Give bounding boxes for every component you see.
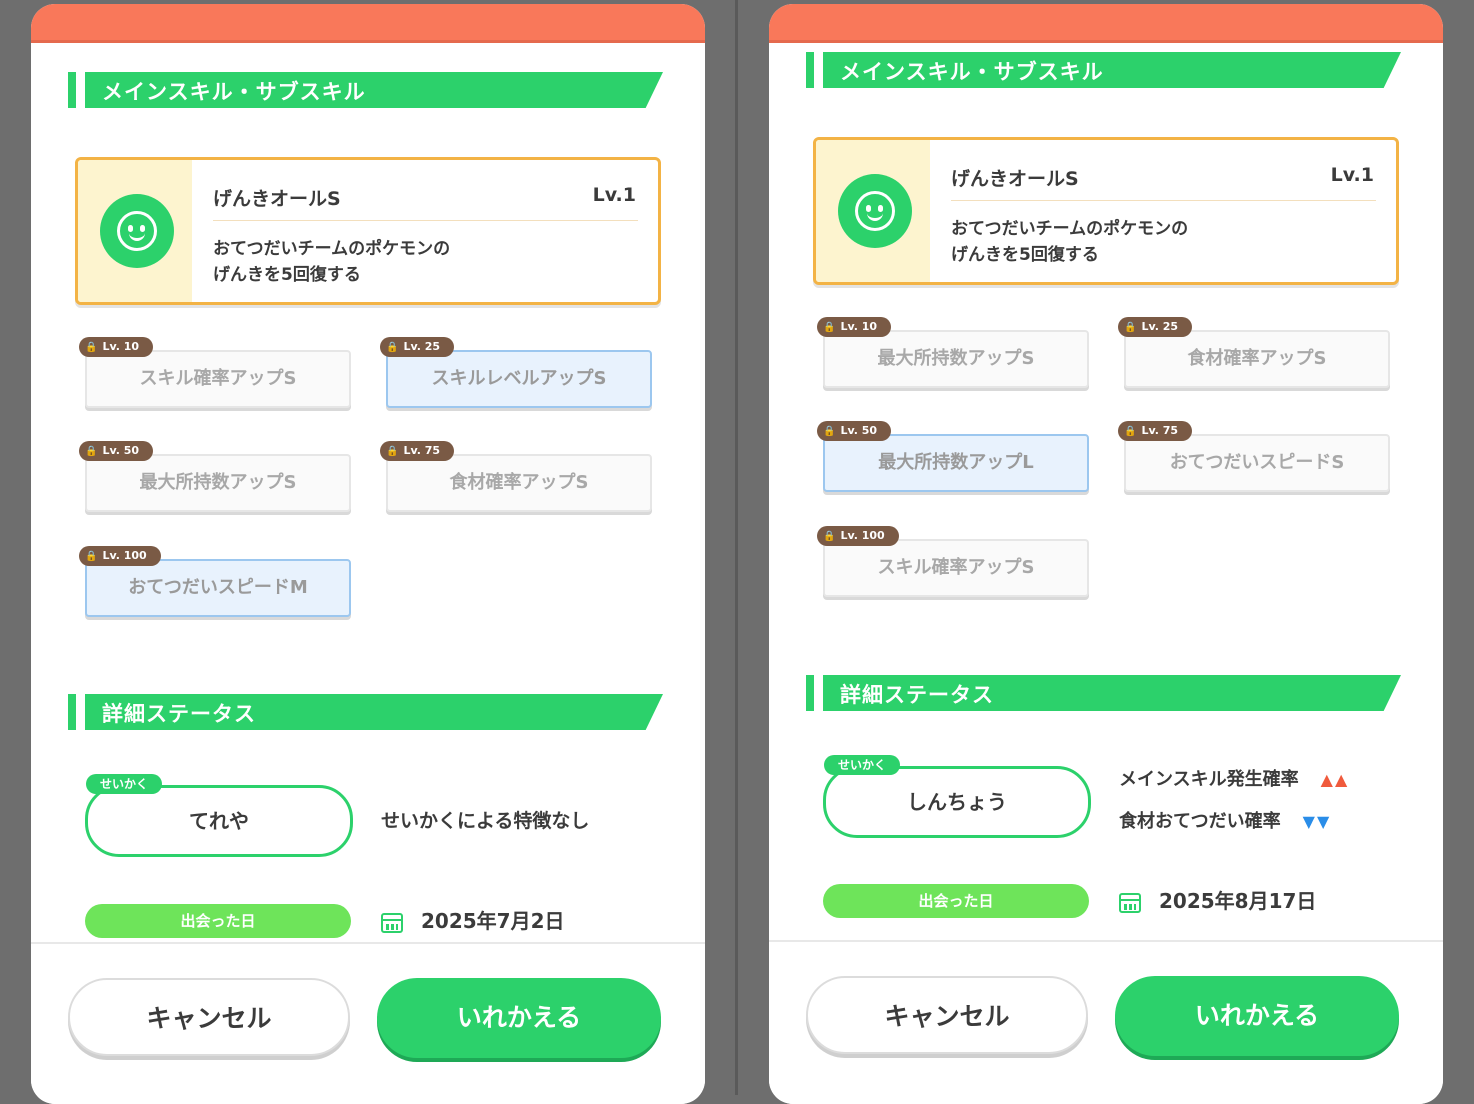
met-date-label: 出会った日 xyxy=(85,904,351,938)
main-skill-name: げんきオールS xyxy=(213,188,341,210)
level-tag: 🔒 Lv. 25 xyxy=(1118,317,1193,337)
main-skill-description: おてつだいチームのポケモンの げんきを5回復する xyxy=(213,239,451,285)
swap-button[interactable]: いれかえる xyxy=(377,978,661,1058)
met-date: 2025年7月2日 xyxy=(381,904,565,938)
main-skill-name: げんきオールS xyxy=(951,168,1079,190)
subskill-lv10[interactable]: 🔒 Lv. 10 スキル確率アップS xyxy=(79,337,351,408)
main-skill-level: Lv.1 xyxy=(592,184,636,206)
nature-box: せいかく しんちょう xyxy=(823,755,1091,838)
section-title: メインスキル・サブスキル xyxy=(840,60,1104,84)
footer: キャンセル いれかえる xyxy=(31,942,705,1104)
nature-box: せいかく てれや xyxy=(85,774,353,857)
subskill-label: 食材確率アップS xyxy=(386,454,652,512)
level-tag: 🔒 Lv. 10 xyxy=(79,337,154,357)
level-tag: 🔒 Lv. 25 xyxy=(380,337,455,357)
subskill-label: おてつだいスピードM xyxy=(85,559,351,617)
section-title: 詳細ステータス xyxy=(840,683,994,707)
lock-icon: 🔒 xyxy=(85,342,98,353)
level-tag: 🔒 Lv. 50 xyxy=(817,421,892,441)
pokemon-detail-panel-right: メインスキル・サブスキル げんきオールS Lv.1 おてつだいチームのポケモンの… xyxy=(769,4,1443,1104)
lock-icon: 🔒 xyxy=(823,426,836,437)
cancel-button[interactable]: キャンセル xyxy=(68,978,350,1056)
nature-effect: せいかくによる特徴なし xyxy=(381,810,590,832)
smiley-icon xyxy=(100,194,174,268)
lock-icon: 🔒 xyxy=(386,342,399,353)
subskill-label: 最大所持数アップS xyxy=(823,330,1089,388)
subskill-label: おてつだいスピードS xyxy=(1124,434,1390,492)
subskill-label: スキル確率アップS xyxy=(823,539,1089,597)
subskill-label: 最大所持数アップS xyxy=(85,454,351,512)
screenshot-divider xyxy=(735,0,738,1095)
lock-icon: 🔒 xyxy=(823,322,836,333)
lock-icon: 🔒 xyxy=(1124,322,1137,333)
section-header-skills: メインスキル・サブスキル xyxy=(806,52,1406,88)
main-skill-card[interactable]: げんきオールS Lv.1 おてつだいチームのポケモンの げんきを5回復する xyxy=(813,137,1399,285)
nature-effect-down: 食材おてつだい確率 ▼▼ xyxy=(1119,811,1332,832)
main-skill-card[interactable]: げんきオールS Lv.1 おてつだいチームのポケモンの げんきを5回復する xyxy=(75,157,661,305)
nature-value: てれや xyxy=(189,809,249,833)
lock-icon: 🔒 xyxy=(386,446,399,457)
section-header-status: 詳細ステータス xyxy=(806,675,1406,711)
section-title: メインスキル・サブスキル xyxy=(102,80,366,104)
subskill-label: 食材確率アップS xyxy=(1124,330,1390,388)
lock-icon: 🔒 xyxy=(85,446,98,457)
subskill-lv100[interactable]: 🔒 Lv. 100 おてつだいスピードM xyxy=(79,546,351,617)
down-arrows-icon: ▼▼ xyxy=(1302,812,1332,831)
pokemon-detail-panel-left: メインスキル・サブスキル げんきオールS Lv.1 おてつだいチームのポケモンの… xyxy=(31,4,705,1104)
met-date: 2025年8月17日 xyxy=(1119,884,1316,918)
up-arrows-icon: ▲▲ xyxy=(1320,770,1350,789)
section-header-status: 詳細ステータス xyxy=(68,694,668,730)
subskill-lv25[interactable]: 🔒 Lv. 25 スキルレベルアップS xyxy=(380,337,652,408)
panel-top-bar xyxy=(31,4,705,43)
level-tag: 🔒 Lv. 100 xyxy=(817,526,899,546)
nature-value: しんちょう xyxy=(907,790,1007,814)
smiley-icon xyxy=(838,174,912,248)
level-tag: 🔒 Lv. 75 xyxy=(1118,421,1193,441)
subskill-label: スキルレベルアップS xyxy=(386,350,652,408)
subskill-lv100[interactable]: 🔒 Lv. 100 スキル確率アップS xyxy=(817,526,1089,597)
met-date-label: 出会った日 xyxy=(823,884,1089,918)
lock-icon: 🔒 xyxy=(1124,426,1137,437)
subskill-lv75[interactable]: 🔒 Lv. 75 おてつだいスピードS xyxy=(1118,421,1390,492)
lock-icon: 🔒 xyxy=(85,551,98,562)
main-skill-description: おてつだいチームのポケモンの げんきを5回復する xyxy=(951,219,1189,265)
cancel-button[interactable]: キャンセル xyxy=(806,976,1088,1054)
subskill-lv50[interactable]: 🔒 Lv. 50 最大所持数アップL xyxy=(817,421,1089,492)
swap-button[interactable]: いれかえる xyxy=(1115,976,1399,1056)
section-header-skills: メインスキル・サブスキル xyxy=(68,72,668,108)
footer: キャンセル いれかえる xyxy=(769,940,1443,1104)
subskill-lv25[interactable]: 🔒 Lv. 25 食材確率アップS xyxy=(1118,317,1390,388)
level-tag: 🔒 Lv. 10 xyxy=(817,317,892,337)
subskill-label: 最大所持数アップL xyxy=(823,434,1089,492)
level-tag: 🔒 Lv. 75 xyxy=(380,441,455,461)
subskill-label: スキル確率アップS xyxy=(85,350,351,408)
main-skill-level: Lv.1 xyxy=(1330,164,1374,186)
subskill-lv50[interactable]: 🔒 Lv. 50 最大所持数アップS xyxy=(79,441,351,512)
nature-tag: せいかく xyxy=(86,774,163,794)
subskill-lv75[interactable]: 🔒 Lv. 75 食材確率アップS xyxy=(380,441,652,512)
panel-top-bar xyxy=(769,4,1443,43)
subskill-lv10[interactable]: 🔒 Lv. 10 最大所持数アップS xyxy=(817,317,1089,388)
level-tag: 🔒 Lv. 50 xyxy=(79,441,154,461)
nature-effect-up: メインスキル発生確率 ▲▲ xyxy=(1119,769,1350,790)
section-title: 詳細ステータス xyxy=(102,702,256,726)
level-tag: 🔒 Lv. 100 xyxy=(79,546,161,566)
calendar-icon xyxy=(1119,892,1141,913)
nature-tag: せいかく xyxy=(824,755,901,775)
calendar-icon xyxy=(381,912,403,933)
lock-icon: 🔒 xyxy=(823,531,836,542)
